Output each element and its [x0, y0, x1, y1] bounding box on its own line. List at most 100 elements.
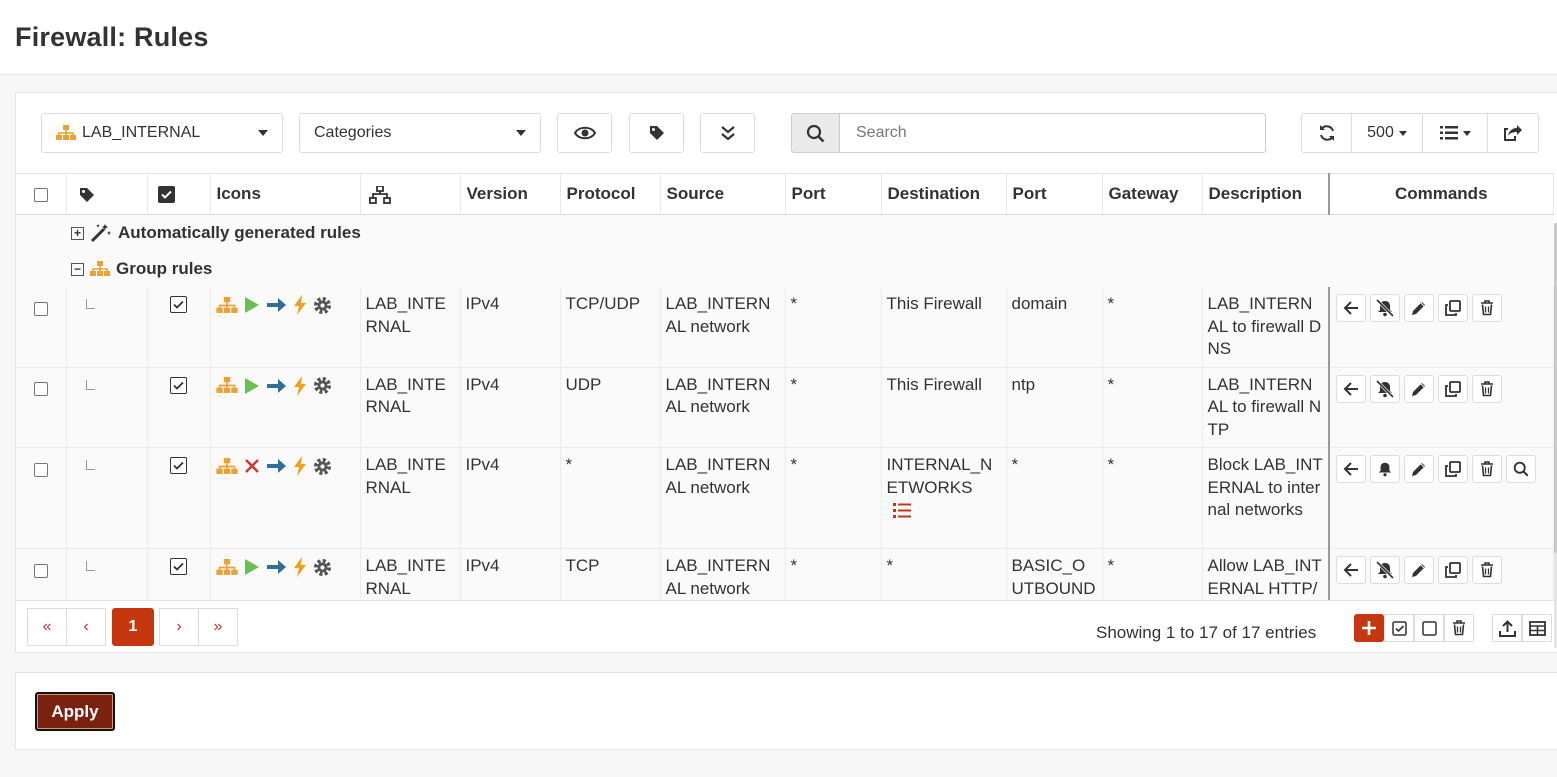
header-icons[interactable]: Icons: [210, 173, 361, 215]
toggle-log-button[interactable]: [1370, 455, 1400, 483]
enabled-toggle[interactable]: [170, 376, 187, 394]
header-destination-port[interactable]: Port: [1006, 173, 1103, 215]
cell-description: Allow LAB_INTERNAL HTTP/HTTPS: [1202, 548, 1330, 600]
page-size-dropdown[interactable]: 500: [1352, 114, 1423, 152]
edit-button[interactable]: [1404, 455, 1434, 483]
page-1-button[interactable]: 1: [112, 608, 154, 646]
apply-button[interactable]: Apply: [35, 692, 115, 731]
edit-button[interactable]: [1404, 294, 1434, 322]
check-icon: [173, 562, 184, 571]
toolbar: LAB_INTERNAL Categories Search 500: [16, 93, 1557, 173]
header-gateway[interactable]: Gateway: [1102, 173, 1203, 215]
alias-list-icon[interactable]: [892, 503, 911, 519]
sitemap-icon: [90, 261, 110, 276]
move-before-button[interactable]: [1336, 294, 1366, 322]
cell-interface: LAB_INTERNAL: [360, 287, 461, 368]
pass-play-icon[interactable]: [244, 296, 260, 314]
search-input[interactable]: [840, 113, 1266, 153]
header-version[interactable]: Version: [460, 173, 561, 215]
delete-selected-button[interactable]: [1444, 614, 1474, 642]
add-rule-button[interactable]: [1354, 614, 1384, 642]
cell-version: IPv4: [460, 367, 561, 448]
double-chevron-down-icon: [720, 126, 735, 141]
quick-bolt-icon: [293, 375, 306, 396]
row-select-checkbox[interactable]: [33, 301, 48, 316]
toggle-log-button[interactable]: [1370, 294, 1400, 322]
header-category: [66, 173, 148, 215]
first-page-button[interactable]: «: [27, 608, 67, 646]
check-square-icon: [1391, 620, 1407, 636]
group-row-auto[interactable]: + Automatically generated rules: [16, 214, 1553, 251]
move-before-button[interactable]: [1336, 556, 1366, 584]
table-row[interactable]: LAB_INTERNAL IPv4 * LAB_INTERNAL network…: [16, 447, 1554, 549]
pass-play-icon[interactable]: [244, 558, 260, 576]
enabled-toggle[interactable]: [170, 457, 187, 474]
toggle-inspect-button[interactable]: [557, 113, 612, 153]
delete-button[interactable]: [1472, 294, 1502, 322]
enabled-toggle[interactable]: [170, 558, 187, 575]
select-all-checkbox[interactable]: [33, 187, 48, 202]
edit-button[interactable]: [1404, 556, 1434, 584]
clone-button[interactable]: [1438, 455, 1468, 483]
table-row[interactable]: LAB_INTERNAL IPv4 UDP LAB_INTERNAL netwo…: [16, 367, 1554, 448]
refresh-button[interactable]: [1302, 114, 1352, 152]
prev-page-button[interactable]: ‹: [66, 608, 106, 646]
header-description[interactable]: Description: [1202, 173, 1330, 215]
clone-button[interactable]: [1438, 556, 1468, 584]
cell-protocol: TCP: [560, 548, 661, 600]
cell-interface: LAB_INTERNAL: [360, 367, 461, 448]
categories-select[interactable]: Categories: [299, 113, 541, 153]
move-before-button[interactable]: [1336, 374, 1366, 403]
row-select-checkbox[interactable]: [33, 563, 48, 578]
columns-dropdown[interactable]: [1423, 114, 1488, 152]
cell-source: LAB_INTERNAL network: [660, 548, 786, 600]
table-view-button[interactable]: [1522, 614, 1552, 642]
expand-icon[interactable]: +: [71, 226, 84, 240]
collapse-icon[interactable]: −: [71, 262, 84, 276]
clone-button[interactable]: [1438, 374, 1468, 403]
table-row[interactable]: LAB_INTERNAL IPv4 TCP/UDP LAB_INTERNAL n…: [16, 287, 1554, 368]
clone-button[interactable]: [1438, 294, 1468, 322]
enable-selected-button[interactable]: [1384, 614, 1414, 642]
disable-selected-button[interactable]: [1414, 614, 1444, 642]
destination-alias[interactable]: INTERNAL_NETWORKS: [887, 455, 993, 497]
trash-icon: [1481, 380, 1493, 396]
lookup-button[interactable]: [1506, 455, 1536, 483]
check-icon: [173, 381, 184, 390]
move-before-button[interactable]: [1336, 455, 1366, 483]
cell-source-port: *: [785, 548, 882, 600]
arrow-left-icon: [1343, 462, 1358, 476]
header-interface[interactable]: [360, 173, 461, 215]
toggle-log-button[interactable]: [1370, 374, 1400, 403]
table-row[interactable]: LAB_INTERNAL IPv4 TCP LAB_INTERNAL netwo…: [16, 548, 1554, 600]
next-page-button[interactable]: ›: [159, 608, 199, 646]
chevron-down-icon: [1462, 130, 1471, 136]
edit-button[interactable]: [1404, 374, 1434, 403]
row-select-checkbox[interactable]: [33, 382, 48, 397]
toggle-log-button[interactable]: [1370, 556, 1400, 584]
upload-button[interactable]: [1492, 614, 1522, 642]
header-source-port[interactable]: Port: [785, 173, 882, 215]
refresh-icon: [1319, 125, 1334, 141]
expand-all-button[interactable]: [700, 113, 755, 153]
delete-button[interactable]: [1472, 556, 1502, 584]
header-source[interactable]: Source: [660, 173, 786, 215]
delete-button[interactable]: [1472, 374, 1502, 403]
header-protocol[interactable]: Protocol: [560, 173, 661, 215]
pass-play-icon[interactable]: [244, 377, 260, 395]
destination-port-alias[interactable]: BASIC_OUTBOUND_TCP: [1012, 556, 1096, 600]
header-destination[interactable]: Destination: [881, 173, 1007, 215]
search-button[interactable]: [791, 113, 840, 153]
interface-select[interactable]: LAB_INTERNAL: [41, 113, 283, 153]
check-square-icon: [157, 186, 175, 204]
delete-button[interactable]: [1472, 455, 1502, 483]
enabled-toggle[interactable]: [170, 296, 187, 313]
group-row-group-rules[interactable]: − Group rules: [16, 251, 1553, 287]
last-page-button[interactable]: »: [198, 608, 238, 646]
row-select-checkbox[interactable]: [33, 462, 48, 477]
arrow-left-icon: [1343, 301, 1358, 315]
category-filter-button[interactable]: [629, 113, 684, 153]
grid-actions: 500: [1301, 113, 1539, 153]
block-x-icon[interactable]: [244, 458, 260, 474]
export-button[interactable]: [1488, 114, 1538, 152]
